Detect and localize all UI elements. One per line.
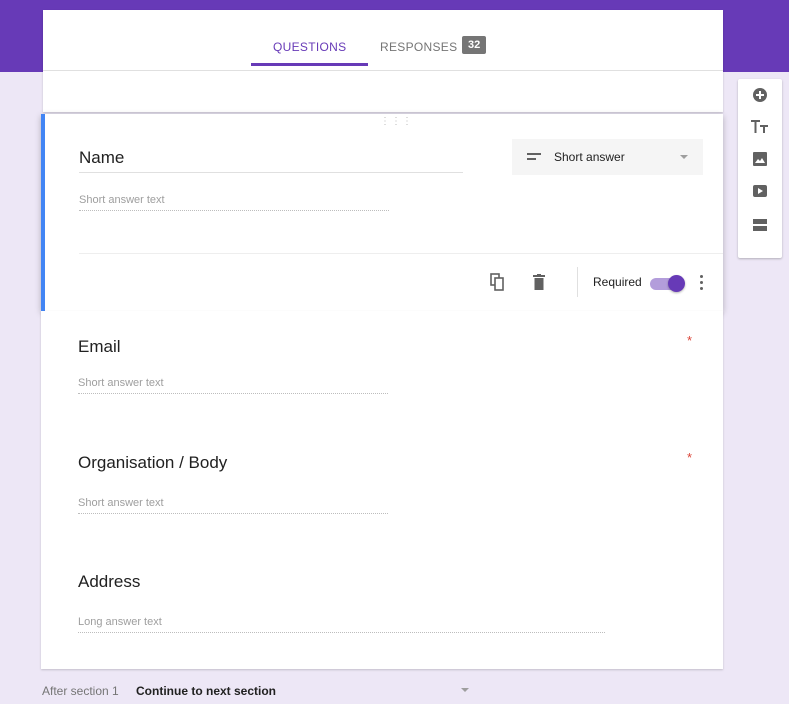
tab-questions[interactable]: QUESTIONS <box>251 40 369 66</box>
drag-handle-icon[interactable]: ⋮⋮⋮ <box>380 116 413 127</box>
section-icon[interactable] <box>750 215 770 235</box>
tab-responses-label: RESPONSES <box>380 40 458 54</box>
answer-hint: Short answer text <box>78 497 388 514</box>
duplicate-icon[interactable] <box>489 272 505 292</box>
question-title-input[interactable]: Name <box>79 148 463 173</box>
title-text-icon[interactable] <box>750 117 770 137</box>
add-question-icon[interactable] <box>750 85 770 105</box>
chevron-down-icon[interactable] <box>461 688 469 692</box>
answer-hint: Short answer text <box>78 377 388 394</box>
required-label: Required <box>593 275 642 289</box>
required-toggle[interactable] <box>650 275 685 292</box>
active-question-card[interactable]: ⋮⋮⋮ Name Short answer text Short answer … <box>41 114 723 311</box>
more-options-icon[interactable] <box>695 272 707 294</box>
after-section-label: After section 1 <box>42 684 119 698</box>
answer-hint: Long answer text <box>78 616 605 633</box>
questions-card: Email * Short answer text Organisation /… <box>41 311 723 669</box>
question-title: Organisation / Body <box>78 453 228 472</box>
required-asterisk: * <box>687 333 693 348</box>
toggle-knob <box>668 275 685 292</box>
answer-hint: Short answer text <box>79 194 389 211</box>
question-type-label: Short answer <box>554 150 625 164</box>
responses-count-badge: 32 <box>462 36 487 54</box>
question-footer-divider <box>79 253 723 254</box>
short-answer-icon <box>527 153 541 160</box>
question-title: Address <box>78 572 141 591</box>
tabs-card: QUESTIONS RESPONSES 32 <box>43 10 723 112</box>
side-toolbar <box>738 79 782 258</box>
chevron-down-icon <box>680 155 688 159</box>
footer-separator <box>577 267 578 297</box>
delete-icon[interactable] <box>532 272 546 292</box>
image-icon[interactable] <box>750 149 770 169</box>
tab-questions-label: QUESTIONS <box>273 40 347 54</box>
tab-responses[interactable]: RESPONSES <box>380 40 457 54</box>
required-asterisk: * <box>687 450 693 465</box>
question-type-dropdown[interactable]: Short answer <box>512 139 703 175</box>
tabs-divider <box>43 70 723 71</box>
question-title: Email <box>78 337 121 356</box>
after-section-dropdown[interactable]: Continue to next section <box>136 684 276 698</box>
video-icon[interactable] <box>750 181 770 201</box>
active-tab-indicator <box>251 63 369 66</box>
